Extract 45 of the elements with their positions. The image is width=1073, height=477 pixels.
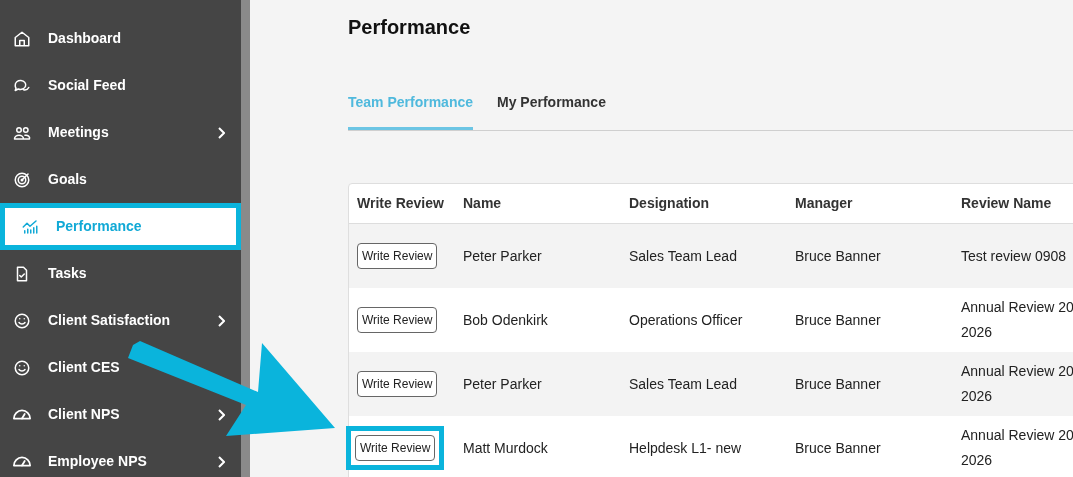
chart-icon [21,217,39,236]
sidebar-item[interactable]: Social Feed [0,62,241,109]
table-cell-text: Operations Officer [629,310,744,330]
column-header: Designation [629,194,711,213]
gauge-icon [13,409,31,420]
table-cell-text: 2026 [961,387,994,406]
sidebar-item[interactable]: Client Satisfaction [0,297,241,344]
table-cell-text: Matt Murdock [463,438,549,458]
sidebar-item[interactable]: Dashboard [0,15,241,62]
table-cell-text: Helpdesk L1- new [629,438,743,458]
table-cell-text: Test review 0908 [961,246,1068,266]
write-review-button[interactable]: Write Review [357,243,438,269]
house-icon [13,29,31,48]
table-cell-text: Bruce Banner [795,310,882,330]
table-cell-text: 2026 [961,451,994,470]
target-icon [13,170,31,189]
write-review-button[interactable]: Write Review [355,435,436,461]
sidebar-item[interactable]: Tasks [0,250,241,297]
sidebar-item[interactable]: Client CES [0,344,241,391]
column-header: Write Review [357,194,445,213]
column-header: Manager [795,194,854,213]
sidebar-item[interactable]: Meetings [0,109,241,156]
write-review-button[interactable]: Write Review [357,307,438,333]
smiley-icon [13,358,31,377]
table-cell-text: Sales Team Lead [629,246,738,266]
table-cell-text: Peter Parker [463,374,543,394]
sidebar-item[interactable]: Employee NPS [0,438,241,477]
column-header: Name [463,194,503,213]
table-cell-text: Bruce Banner [795,246,882,266]
smiley-icon [13,311,31,330]
tab[interactable]: My Performance [497,92,606,130]
page-title: Performance [348,15,472,40]
column-header: Review Name [961,194,1053,213]
table-cell-text: Annual Review 20 [961,426,1073,445]
write-review-button[interactable]: Write Review [357,371,438,397]
table-cell-text: Bruce Banner [795,374,882,394]
table-cell-text: Annual Review 20 [961,362,1073,381]
table-cell-text: Sales Team Lead [629,374,738,394]
gauge-icon [13,456,31,467]
table-cell-text: Annual Review 20 [961,298,1073,317]
table-cell-text: Bob Odenkirk [463,310,549,330]
table-cell-text: Peter Parker [463,246,543,266]
sidebar-item[interactable]: Goals [0,156,241,203]
table-cell-text: 2026 [961,323,994,342]
table-cell-text: Bruce Banner [795,438,882,458]
